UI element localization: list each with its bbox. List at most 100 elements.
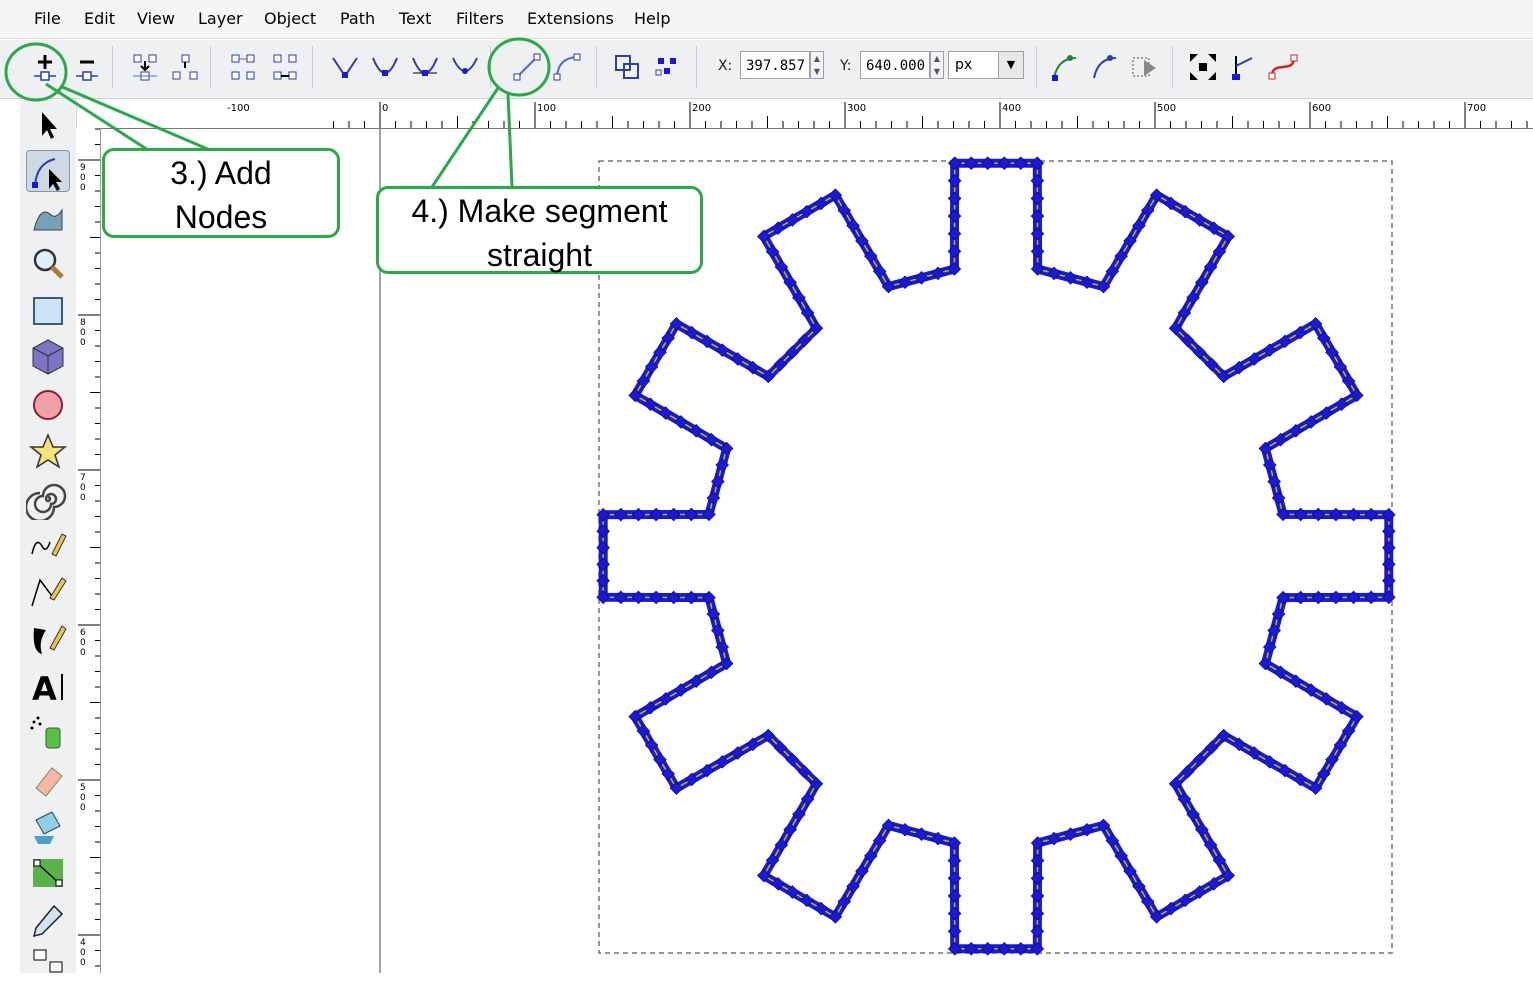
x-coordinate-input[interactable]: 397.857 [740,51,810,79]
show-outline-icon[interactable] [1088,50,1122,84]
paint-bucket-icon[interactable] [26,806,70,848]
ruler-label: 5 [80,783,86,793]
svg-text:A: A [32,670,57,708]
join-segment-icon[interactable] [226,50,260,84]
ruler-label: 8 [80,318,86,328]
ruler-label: 200 [692,103,711,114]
ruler-label: 0 [80,948,86,958]
callout-make-straight-line1: 4.) Make segment [411,193,668,229]
menu-text[interactable]: Text [399,9,431,28]
menu-filters[interactable]: Filters [456,9,504,28]
node-toolbar: X: 397.857 ▲ ▼ Y: 640.000 ▲ ▼ px ▼ [0,40,1533,99]
segment-to-line-icon[interactable] [510,50,544,84]
dropper-icon[interactable] [26,900,70,942]
ruler-label: 100 [537,103,556,114]
menu-bar: File Edit View Layer Object Path Text Fi… [0,0,1533,39]
ruler-label: 0 [382,103,388,114]
calligraphy-icon[interactable] [26,618,70,660]
object-to-path-icon[interactable] [610,50,644,84]
toolbox: A [20,100,77,973]
node-tool-icon[interactable] [26,150,70,192]
gear-path[interactable] [596,156,1396,956]
canvas-drawing [379,129,1396,973]
node-smooth-icon[interactable] [368,50,402,84]
ruler-label: 500 [1157,103,1176,114]
callout-make-straight-line2: straight [487,237,592,273]
toolbar-separator [210,46,211,88]
ruler-label: 0 [80,493,86,503]
box3d-icon[interactable] [26,336,70,378]
node-symmetric-icon[interactable] [408,50,442,84]
tweak-icon[interactable] [26,196,70,238]
path-effect-icon[interactable] [1266,50,1300,84]
ruler-label: 0 [80,648,86,658]
pencil-icon[interactable] [26,524,70,566]
menu-layer[interactable]: Layer [198,9,243,28]
ruler-label: 0 [80,338,86,348]
menu-extensions[interactable]: Extensions [527,9,614,28]
x-spin-button[interactable]: ▲ ▼ [810,51,824,79]
ellipse-icon[interactable] [26,384,70,426]
callout-add-nodes: 3.) Add Nodes [102,148,340,238]
ruler-label: 700 [1467,103,1486,114]
horizontal-ruler-ticks: -100 0 100 200 300 400 500 600 700 [227,102,1528,128]
toolbar-separator [1036,46,1037,88]
gear-outline-stroke [602,162,1390,950]
toolbar-separator [312,46,313,88]
break-path-icon[interactable] [168,50,202,84]
ruler-label: 600 [1312,103,1331,114]
rectangle-icon[interactable] [26,290,70,332]
menu-edit[interactable]: Edit [84,9,115,28]
pen-icon[interactable] [26,570,70,612]
insert-node-icon[interactable] [28,50,62,84]
node-auto-icon[interactable] [448,50,482,84]
gear-outline-handles [598,158,1394,954]
selector-icon[interactable] [26,104,70,146]
toolbar-separator [696,46,697,88]
ruler-label: 0 [80,638,86,648]
ruler-label: 7 [80,473,86,483]
eraser-icon[interactable] [26,760,70,802]
ruler-label: 0 [80,183,86,193]
ruler-label: 4 [80,938,86,948]
y-coordinate-input[interactable]: 640.000 [860,51,930,79]
show-handles-icon[interactable] [1048,50,1082,84]
ruler-label: 0 [80,173,86,183]
menu-object[interactable]: Object [264,9,316,28]
toolbar-separator [1172,46,1173,88]
ruler-label: 9 [80,163,86,173]
menu-view[interactable]: View [137,9,175,28]
ruler-label: 6 [80,628,86,638]
spiral-icon[interactable] [24,478,70,523]
ruler-label: 0 [80,483,86,493]
ruler-label: 0 [80,958,86,968]
drawing-canvas[interactable] [101,129,1533,973]
gradient-icon[interactable] [26,852,70,894]
delete-segment-icon[interactable] [268,50,302,84]
edit-clip-icon[interactable] [1128,50,1162,84]
ruler-label: 300 [847,103,866,114]
edit-mask-icon[interactable] [1226,50,1260,84]
node-cusp-icon[interactable] [328,50,362,84]
callout-add-nodes-line1: 3.) Add [170,155,272,191]
zoom-icon[interactable] [26,242,70,284]
star-icon[interactable] [26,430,70,472]
text-icon[interactable]: A [26,666,70,708]
delete-node-icon[interactable] [70,50,104,84]
join-nodes-icon[interactable] [128,50,162,84]
toolbar-separator [112,46,113,88]
ruler-label: 0 [80,803,86,813]
transform-handles-icon[interactable] [1186,50,1220,84]
menu-help[interactable]: Help [634,9,670,28]
spray-icon[interactable] [26,712,70,754]
stroke-to-path-icon[interactable] [650,50,684,84]
ruler-label: 0 [80,793,86,803]
menu-path[interactable]: Path [340,9,375,28]
toolbar-separator [596,46,597,88]
menu-file[interactable]: File [34,9,61,28]
unit-select[interactable]: px ▼ [948,51,1024,79]
toolbar-separator [490,46,491,88]
connector-icon[interactable] [26,944,70,986]
y-spin-button[interactable]: ▲ ▼ [930,51,944,79]
segment-to-curve-icon[interactable] [550,50,584,84]
